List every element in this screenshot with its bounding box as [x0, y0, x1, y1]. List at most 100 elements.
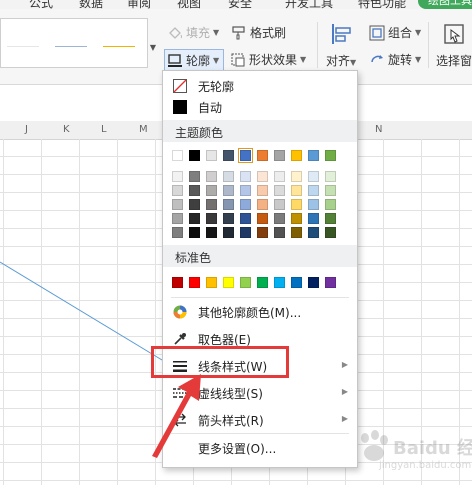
- standard-color-swatch[interactable]: [325, 277, 336, 288]
- column-header-k[interactable]: K: [63, 124, 70, 135]
- theme-shade-swatch[interactable]: [325, 185, 336, 196]
- format-brush-button[interactable]: 格式刷: [231, 24, 286, 41]
- style-preview-line[interactable]: [55, 46, 87, 47]
- theme-shade-swatch[interactable]: [257, 227, 268, 238]
- theme-shade-swatch[interactable]: [206, 199, 217, 210]
- standard-color-swatch[interactable]: [172, 277, 183, 288]
- style-preview-line[interactable]: [103, 46, 135, 47]
- theme-color-swatch[interactable]: [291, 150, 302, 161]
- theme-shade-swatch[interactable]: [240, 227, 251, 238]
- theme-color-swatch[interactable]: [206, 150, 217, 161]
- theme-shade-swatch[interactable]: [291, 227, 302, 238]
- menu-item-automatic[interactable]: 自动: [163, 94, 357, 120]
- theme-shade-swatch[interactable]: [308, 213, 319, 224]
- theme-shade-swatch[interactable]: [325, 227, 336, 238]
- theme-shade-swatch[interactable]: [189, 227, 200, 238]
- theme-shade-swatch[interactable]: [274, 185, 285, 196]
- theme-shade-swatch[interactable]: [223, 227, 234, 238]
- group-button[interactable]: 组合 ▼: [369, 24, 421, 41]
- tab-review[interactable]: 审阅: [127, 0, 151, 9]
- standard-color-swatch[interactable]: [274, 277, 285, 288]
- standard-color-swatch[interactable]: [223, 277, 234, 288]
- selection-pane-button[interactable]: 选择窗: [436, 22, 472, 69]
- theme-shade-swatch[interactable]: [172, 213, 183, 224]
- theme-shade-swatch[interactable]: [206, 171, 217, 182]
- menu-item-more-settings[interactable]: 更多设置(O)...: [163, 435, 357, 461]
- theme-shade-swatch[interactable]: [325, 213, 336, 224]
- column-header-m[interactable]: M: [139, 124, 148, 135]
- theme-shade-swatch[interactable]: [240, 213, 251, 224]
- gallery-expand-icon[interactable]: ▼: [148, 40, 158, 56]
- standard-color-swatch[interactable]: [240, 277, 251, 288]
- theme-color-swatch[interactable]: [274, 150, 285, 161]
- theme-shade-swatch[interactable]: [189, 199, 200, 210]
- theme-shade-swatch[interactable]: [223, 213, 234, 224]
- theme-shade-swatch[interactable]: [206, 185, 217, 196]
- tab-security[interactable]: 安全: [228, 0, 252, 9]
- shape-style-gallery[interactable]: [0, 18, 148, 68]
- tab-special-features[interactable]: 特色功能: [358, 0, 406, 9]
- menu-item-arrow-style[interactable]: 箭头样式(R) ▶: [163, 407, 357, 433]
- menu-item-more-outline-colors[interactable]: 其他轮廓颜色(M)...: [163, 299, 357, 325]
- theme-color-swatch[interactable]: [172, 150, 183, 161]
- theme-shade-swatch[interactable]: [189, 171, 200, 182]
- theme-shade-swatch[interactable]: [325, 199, 336, 210]
- theme-shade-swatch[interactable]: [223, 185, 234, 196]
- standard-color-swatch[interactable]: [257, 277, 268, 288]
- theme-shade-swatch[interactable]: [291, 171, 302, 182]
- menu-item-dash-type[interactable]: 虚线线型(S) ▶: [163, 380, 357, 406]
- theme-shade-swatch[interactable]: [257, 199, 268, 210]
- column-header-j[interactable]: J: [25, 124, 28, 135]
- column-header-n[interactable]: N: [375, 124, 382, 135]
- theme-shade-swatch[interactable]: [240, 199, 251, 210]
- rotate-button[interactable]: 旋转 ▼: [369, 51, 421, 68]
- theme-shade-swatch[interactable]: [308, 227, 319, 238]
- theme-shade-swatch[interactable]: [291, 199, 302, 210]
- theme-shade-swatch[interactable]: [189, 213, 200, 224]
- standard-color-swatch[interactable]: [206, 277, 217, 288]
- theme-shade-swatch[interactable]: [274, 171, 285, 182]
- theme-color-swatch[interactable]: [189, 150, 200, 161]
- standard-color-swatch[interactable]: [291, 277, 302, 288]
- column-header-l[interactable]: L: [101, 124, 107, 135]
- standard-color-swatch[interactable]: [308, 277, 319, 288]
- theme-color-swatch[interactable]: [325, 150, 336, 161]
- theme-shade-swatch[interactable]: [223, 171, 234, 182]
- theme-shade-swatch[interactable]: [257, 171, 268, 182]
- theme-shade-swatch[interactable]: [291, 213, 302, 224]
- theme-color-swatch[interactable]: [238, 148, 253, 163]
- theme-shade-swatch[interactable]: [172, 199, 183, 210]
- theme-shade-swatch[interactable]: [206, 213, 217, 224]
- theme-shade-swatch[interactable]: [274, 227, 285, 238]
- theme-color-swatch[interactable]: [223, 150, 234, 161]
- theme-shade-swatch[interactable]: [274, 199, 285, 210]
- theme-shade-swatch[interactable]: [257, 185, 268, 196]
- tab-view[interactable]: 视图: [177, 0, 201, 9]
- tab-formulas[interactable]: 公式: [29, 0, 53, 9]
- standard-color-swatch[interactable]: [189, 277, 200, 288]
- theme-shade-swatch[interactable]: [206, 227, 217, 238]
- fill-button[interactable]: 填充 ▼: [167, 24, 219, 41]
- tab-drawing-tools[interactable]: 绘图工具: [418, 0, 472, 9]
- theme-shade-swatch[interactable]: [257, 213, 268, 224]
- theme-shade-swatch[interactable]: [308, 199, 319, 210]
- theme-color-swatch[interactable]: [308, 150, 319, 161]
- align-button[interactable]: 对齐▼: [326, 22, 356, 69]
- tab-data[interactable]: 数据: [79, 0, 103, 9]
- theme-shade-swatch[interactable]: [308, 185, 319, 196]
- theme-shade-swatch[interactable]: [240, 185, 251, 196]
- shape-effect-button[interactable]: 形状效果 ▼: [230, 51, 306, 68]
- outline-button[interactable]: 轮廓 ▼: [164, 49, 224, 71]
- theme-color-swatch[interactable]: [257, 150, 268, 161]
- style-preview-line[interactable]: [7, 46, 39, 47]
- theme-shade-swatch[interactable]: [308, 171, 319, 182]
- theme-shade-swatch[interactable]: [223, 199, 234, 210]
- theme-shade-swatch[interactable]: [172, 171, 183, 182]
- theme-shade-swatch[interactable]: [189, 185, 200, 196]
- theme-shade-swatch[interactable]: [274, 213, 285, 224]
- theme-shade-swatch[interactable]: [291, 185, 302, 196]
- tab-developer[interactable]: 开发工具: [285, 0, 333, 9]
- theme-shade-swatch[interactable]: [172, 227, 183, 238]
- theme-shade-swatch[interactable]: [325, 171, 336, 182]
- theme-shade-swatch[interactable]: [240, 171, 251, 182]
